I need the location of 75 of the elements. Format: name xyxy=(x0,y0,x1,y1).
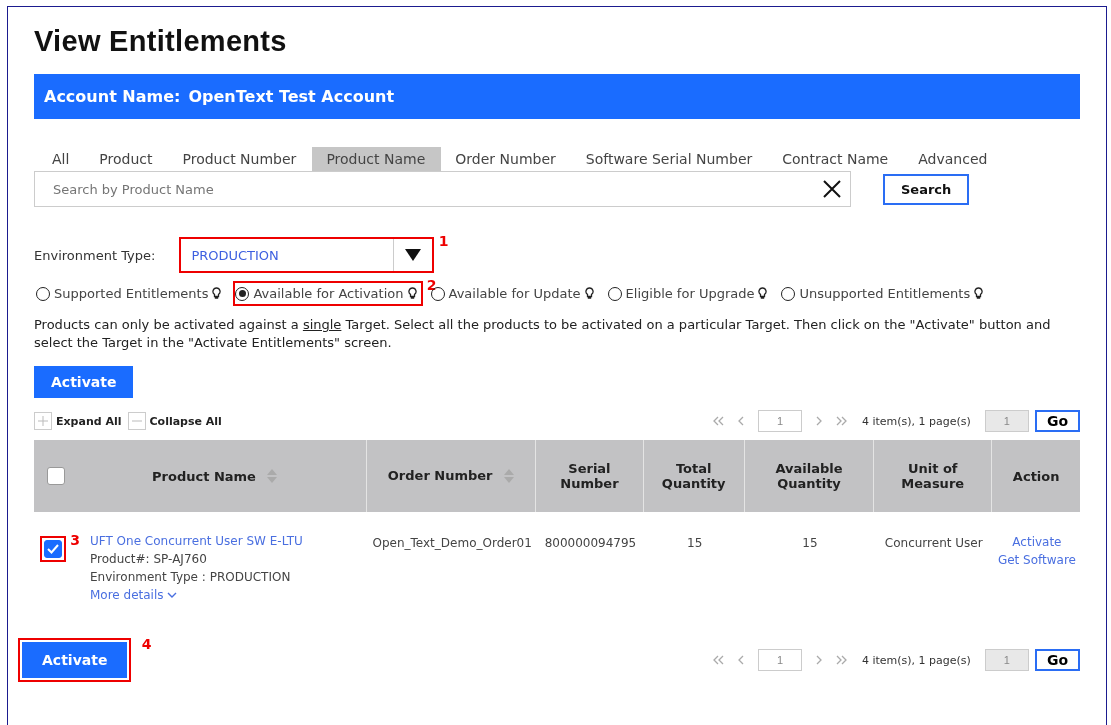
callout-number: 3 xyxy=(70,532,80,548)
filter-radio[interactable]: Unsupported Entitlements xyxy=(779,281,990,306)
chevron-down-icon[interactable] xyxy=(167,592,178,599)
column-header: Total Quantity xyxy=(661,461,726,491)
action-link[interactable]: Get Software xyxy=(997,551,1076,569)
lightbulb-icon xyxy=(974,287,984,300)
account-name: OpenText Test Account xyxy=(188,87,395,106)
account-label: Account Name: xyxy=(44,87,181,106)
environment-type-label: Environment Type : xyxy=(90,570,206,584)
column-header: Serial Number xyxy=(560,461,619,491)
search-tab[interactable]: Product Number xyxy=(168,147,313,171)
callout-number: 2 xyxy=(426,277,437,293)
collapse-icon[interactable] xyxy=(127,412,146,430)
first-page-icon[interactable] xyxy=(711,655,724,665)
next-page-icon[interactable] xyxy=(815,416,822,426)
close-icon[interactable] xyxy=(822,179,842,199)
filter-radio[interactable]: Supported Entitlements xyxy=(34,281,228,306)
next-page-icon[interactable] xyxy=(815,655,822,665)
lightbulb-icon xyxy=(758,287,768,300)
product-number: SP-AJ760 xyxy=(153,552,207,566)
column-header: Action xyxy=(1012,468,1060,484)
sort-icon[interactable] xyxy=(502,468,515,485)
environment-label: Environment Type: xyxy=(34,247,156,263)
column-header[interactable]: Product Name xyxy=(152,468,256,484)
page-summary: 4 item(s), 1 page(s) xyxy=(861,414,971,428)
previous-page-icon[interactable] xyxy=(737,655,744,665)
product-number-label: Product#: xyxy=(90,552,150,566)
activate-button[interactable]: Activate xyxy=(22,642,128,678)
dropdown-icon[interactable] xyxy=(405,249,422,261)
previous-page-icon[interactable] xyxy=(737,416,744,426)
last-page-icon[interactable] xyxy=(835,655,848,665)
table-cell: 15 xyxy=(643,512,745,610)
search-tab[interactable]: Product Name xyxy=(312,147,442,171)
search-tab[interactable]: Advanced xyxy=(904,147,1004,171)
page-summary: 4 item(s), 1 page(s) xyxy=(861,653,971,667)
page-field[interactable]: 1 xyxy=(757,649,802,671)
lightbulb-icon xyxy=(212,287,222,300)
sort-icon[interactable] xyxy=(265,468,278,484)
column-header[interactable]: Order Number xyxy=(387,467,493,483)
first-page-icon[interactable] xyxy=(711,416,724,426)
table-cell: Concurrent User xyxy=(873,512,992,610)
search-tab[interactable]: All xyxy=(38,147,86,171)
select-all-checkbox[interactable] xyxy=(47,467,65,485)
page-field[interactable]: 1 xyxy=(757,410,802,432)
search-tab[interactable]: Contract Name xyxy=(768,147,905,171)
page-title: View Entitlements xyxy=(34,25,288,58)
collapse-all-link[interactable]: Collapse All xyxy=(149,414,222,428)
action-link[interactable]: Activate xyxy=(997,533,1076,551)
table-cell: 800000094795 xyxy=(535,512,643,610)
more-details-link[interactable]: More details xyxy=(90,586,303,604)
expand-all-link[interactable]: Expand All xyxy=(56,414,122,428)
last-page-icon[interactable] xyxy=(835,416,848,426)
search-button[interactable]: Search xyxy=(883,173,970,205)
product-link[interactable]: UFT One Concurrent User SW E-LTU xyxy=(90,532,303,550)
table-cell: Open_Text_Demo_Order01 xyxy=(366,512,536,610)
filter-radio[interactable]: Eligible for Upgrade xyxy=(605,281,774,306)
search-tab[interactable]: Product xyxy=(85,147,169,171)
check-icon[interactable] xyxy=(47,544,59,554)
instructions-text: Products can only be activated against a single Target. Select all the products to be activated on a particular Target. Then click on the "Activate" button and select the Target in the "Activate Entitlements" screen. xyxy=(34,316,1052,352)
environment-type: PRODUCTION xyxy=(209,570,291,584)
expand-icon[interactable] xyxy=(34,412,52,430)
callout-number: 4 xyxy=(141,636,152,652)
go-button[interactable]: Go xyxy=(1034,410,1080,432)
callout-number: 1 xyxy=(438,233,449,249)
go-button[interactable]: Go xyxy=(1034,649,1080,671)
column-header: Available Quantity xyxy=(775,461,843,491)
lightbulb-icon xyxy=(407,287,417,300)
search-tab[interactable]: Order Number xyxy=(441,147,572,171)
activate-button[interactable]: Activate xyxy=(34,366,134,398)
table-cell: 15 xyxy=(744,512,874,610)
column-header: Unit of Measure xyxy=(901,461,965,491)
lightbulb-icon xyxy=(584,287,594,300)
row-checkbox[interactable] xyxy=(44,540,62,558)
search-tab[interactable]: Software Serial Number xyxy=(571,147,769,171)
search-field[interactable]: Search by Product Name xyxy=(34,171,851,207)
